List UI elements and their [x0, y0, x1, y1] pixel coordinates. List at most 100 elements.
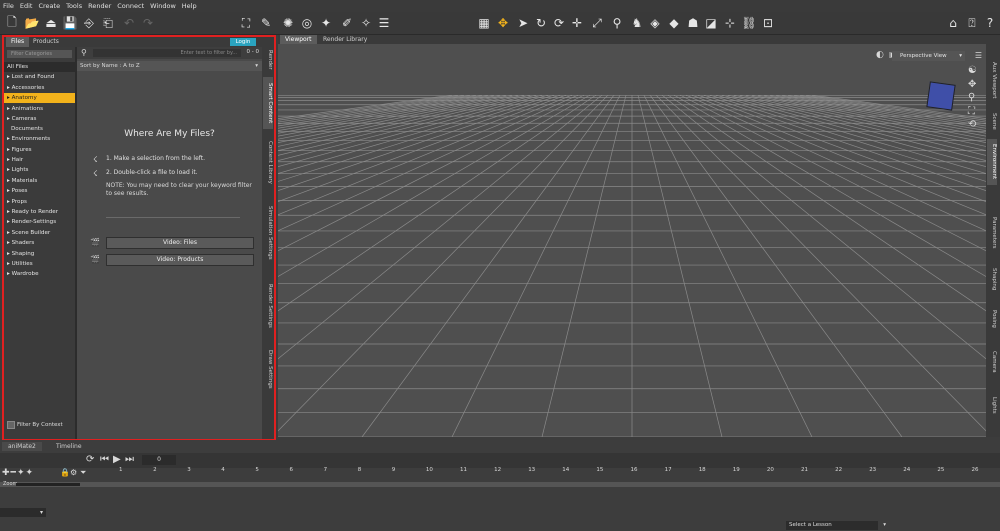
menu-create[interactable]: Create	[35, 2, 63, 10]
lock-icon[interactable]: 🔒	[60, 468, 70, 477]
side-tab-draw-settings[interactable]: Draw Settings	[263, 343, 273, 395]
camera-icon[interactable]: ◎	[299, 15, 315, 31]
video-files-button[interactable]: Video: Files	[106, 237, 254, 249]
region-icon[interactable]: ⊡	[760, 15, 776, 31]
translate-icon[interactable]: ✛	[569, 15, 585, 31]
loop-icon[interactable]: ⟳	[86, 454, 94, 465]
help-cursor-icon[interactable]: ⍰	[964, 15, 980, 31]
category-cameras[interactable]: ▸ Cameras	[4, 114, 75, 124]
open-folder-icon[interactable]: 📂	[24, 15, 40, 31]
play-icon[interactable]: ▶	[113, 454, 121, 465]
category-lost-and-found[interactable]: ▸ Lost and Found	[4, 72, 75, 82]
category-lights[interactable]: ▸ Lights	[4, 165, 75, 175]
grid-icon[interactable]: ▦	[476, 15, 492, 31]
zoom-icon[interactable]: ⚲	[968, 92, 975, 103]
import-icon[interactable]: ⎆	[81, 15, 97, 31]
category-ready-to-render[interactable]: ▸ Ready to Render	[4, 207, 75, 217]
add-remove-keys-icon[interactable]: ✚━✦✦	[2, 468, 34, 478]
category-scene-builder[interactable]: ▸ Scene Builder	[4, 228, 75, 238]
orbit-icon[interactable]: ☯	[968, 65, 977, 76]
menu-tools[interactable]: Tools	[63, 2, 85, 10]
view-select[interactable]: Perspective View ▾	[892, 51, 965, 61]
side-tab-simulation-settings[interactable]: Simulation Settings	[263, 197, 273, 269]
export-icon[interactable]: ⎗	[100, 15, 116, 31]
new-file-icon[interactable]: 🗋	[4, 15, 20, 31]
category-wardrobe[interactable]: ▸ Wardrobe	[4, 269, 75, 279]
morph-icon[interactable]: ☗	[685, 15, 701, 31]
wand-icon[interactable]: ✦	[318, 15, 334, 31]
home-icon[interactable]: ⌂	[945, 15, 961, 31]
chart-icon[interactable]: ◪	[703, 15, 719, 31]
joint-icon[interactable]: ⚲	[609, 15, 625, 31]
brush-icon[interactable]: ✐	[339, 15, 355, 31]
login-button[interactable]: Login	[230, 38, 256, 46]
video-products-button[interactable]: Video: Products	[106, 254, 254, 266]
universal-tool-icon[interactable]: ✥	[495, 15, 511, 31]
frame-icon[interactable]: ⛶	[968, 106, 975, 117]
tab-files[interactable]: Files	[6, 37, 30, 47]
redo-icon[interactable]: ↷	[140, 15, 156, 31]
category-figures[interactable]: ▸ Figures	[4, 145, 75, 155]
menu-edit[interactable]: Edit	[17, 2, 36, 10]
sort-select[interactable]: Sort by Name : A to Z ▾	[77, 61, 262, 71]
filter-icon[interactable]: ⏷	[80, 468, 86, 478]
pane-options-icon[interactable]: ☰	[975, 51, 982, 60]
tab-aux-viewport[interactable]: Aux Viewport	[987, 55, 997, 105]
surface-icon[interactable]: ◆	[666, 15, 682, 31]
category-materials[interactable]: ▸ Materials	[4, 176, 75, 186]
tab-posing[interactable]: Posing	[987, 305, 997, 333]
geometry-icon[interactable]: ◈	[647, 15, 663, 31]
link-icon[interactable]: ⛓	[741, 15, 757, 31]
timeline-dropdown[interactable]: ▾	[0, 508, 46, 517]
tab-lights[interactable]: Lights	[987, 391, 997, 419]
menu-window[interactable]: Window	[147, 2, 179, 10]
category-accessories[interactable]: ▸ Accessories	[4, 83, 75, 93]
help-icon[interactable]: ?	[982, 15, 998, 31]
view-cube[interactable]	[926, 81, 956, 111]
save-icon[interactable]: 💾	[62, 15, 78, 31]
measure-icon[interactable]: ⊹	[722, 15, 738, 31]
category-utilities[interactable]: ▸ Utilities	[4, 259, 75, 269]
category-shaping[interactable]: ▸ Shaping	[4, 249, 75, 259]
rotate-icon[interactable]: ↻	[533, 15, 549, 31]
spot-render-icon[interactable]: ✎	[258, 15, 274, 31]
category-render-settings[interactable]: ▸ Render-Settings	[4, 217, 75, 227]
tab-parameters[interactable]: Parameters	[987, 211, 997, 255]
category-all-files[interactable]: All Files	[4, 62, 75, 72]
filter-by-context-checkbox[interactable]: Filter By Context	[7, 421, 63, 429]
step-forward-icon[interactable]: ⏭	[125, 454, 134, 465]
side-tab-render[interactable]: Render	[263, 47, 273, 73]
reset-icon[interactable]: ⟲	[968, 119, 976, 130]
tab-animate2[interactable]: aniMate2	[2, 442, 42, 451]
menu-help[interactable]: Help	[179, 2, 200, 10]
tab-shaping[interactable]: Shaping	[987, 263, 997, 295]
gear-icon[interactable]: ⚙	[70, 468, 77, 477]
menu-render[interactable]: Render	[85, 2, 114, 10]
step-back-icon[interactable]: ⏮	[100, 454, 109, 465]
lesson-select[interactable]: Select a Lesson ▾	[786, 521, 886, 530]
category-anatomy[interactable]: ▸ Anatomy	[4, 93, 75, 103]
tab-viewport[interactable]: Viewport	[280, 35, 317, 44]
category-documents[interactable]: Documents	[4, 124, 75, 134]
render-icon[interactable]: ⛶	[238, 15, 254, 31]
menu-file[interactable]: File	[0, 2, 17, 10]
tab-camera[interactable]: Camera	[987, 345, 997, 379]
zoom-slider[interactable]	[16, 483, 80, 486]
pan-icon[interactable]: ✥	[968, 79, 976, 90]
display-style-icon[interactable]: ◐	[876, 50, 884, 60]
node-select-icon[interactable]: ➤	[515, 15, 531, 31]
rotate-alt-icon[interactable]: ⟳	[551, 15, 567, 31]
side-tab-render-settings[interactable]: Render Settings	[263, 277, 273, 335]
tab-timeline[interactable]: Timeline	[50, 442, 88, 451]
side-tab-smart-content[interactable]: Smart Content	[263, 77, 273, 129]
tab-scene[interactable]: Scene	[987, 109, 997, 133]
category-search-input[interactable]: Filter Categories	[7, 50, 72, 58]
list-icon[interactable]: ☰	[376, 15, 392, 31]
tab-environment[interactable]: Environment	[987, 139, 997, 185]
scale-icon[interactable]: ⤢	[589, 15, 605, 31]
category-shaders[interactable]: ▸ Shaders	[4, 238, 75, 248]
side-tab-content-library[interactable]: Content Library	[263, 135, 273, 189]
tab-products[interactable]: Products	[28, 37, 64, 47]
merge-folder-icon[interactable]: ⏏	[43, 15, 59, 31]
figure-icon[interactable]: ♞	[629, 15, 645, 31]
